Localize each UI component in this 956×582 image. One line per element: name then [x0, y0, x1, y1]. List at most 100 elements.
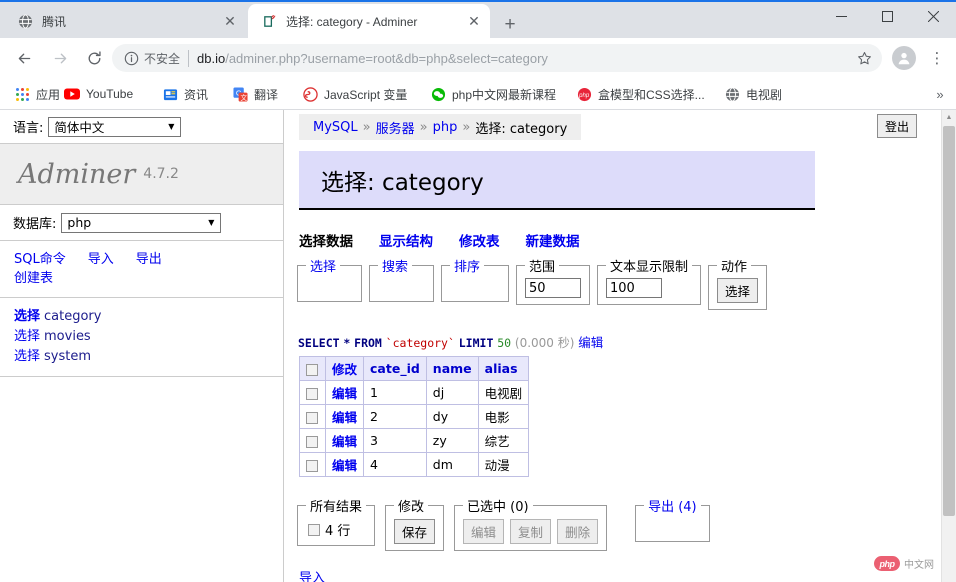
fieldset-search-body	[378, 278, 425, 295]
bookmark-label: 翻译	[254, 87, 279, 102]
row-edit-cell[interactable]: 编辑	[324, 380, 365, 405]
scroll-up-arrow-icon[interactable]: ▲	[942, 110, 956, 124]
edit-link[interactable]: 编辑	[332, 434, 357, 449]
page-title: 选择: category	[299, 151, 815, 210]
sidebar-item-create-table[interactable]: 创建表	[14, 271, 53, 286]
reload-button[interactable]	[80, 44, 108, 72]
row-checkbox[interactable]	[306, 459, 318, 472]
select-submit-button[interactable]: 选择	[717, 278, 759, 303]
profile-avatar[interactable]	[892, 46, 916, 70]
row-checkbox[interactable]	[306, 411, 318, 424]
browser-tab-tencent[interactable]: 腾讯 ✕	[4, 4, 246, 38]
sidebar-table-system[interactable]: 选择 system	[14, 347, 283, 367]
row-select-cell[interactable]	[299, 380, 326, 405]
sidebar-table-category[interactable]: 选择 category	[14, 307, 283, 327]
chevron-down-icon: ▼	[168, 122, 175, 131]
edit-link[interactable]: 编辑	[332, 386, 357, 401]
fieldset-select-legend[interactable]: 选择	[306, 256, 340, 275]
sidebar-item-export[interactable]: 导出	[136, 252, 162, 267]
browser-tab-adminer[interactable]: 选择: category - Adminer ✕	[248, 4, 490, 38]
column-header-alias[interactable]: alias	[477, 356, 530, 381]
bookmark-javascript-var[interactable]: JavaScript 变量	[296, 82, 413, 106]
row-edit-cell[interactable]: 编辑	[324, 404, 365, 429]
sql-edit-link[interactable]: 编辑	[578, 335, 603, 350]
bookmark-tv-series[interactable]: 电视剧	[718, 82, 788, 106]
row-select-cell[interactable]	[299, 428, 326, 453]
search-toggle-link[interactable]: 搜索	[382, 260, 408, 275]
edit-link[interactable]: 编辑	[332, 458, 357, 473]
select-link[interactable]: 选择	[14, 309, 40, 324]
select-toggle-link[interactable]: 选择	[310, 260, 336, 275]
tab-new-item[interactable]: 新建数据	[526, 230, 580, 250]
bookmarks-overflow-icon[interactable]: »	[930, 84, 950, 104]
save-button[interactable]: 保存	[394, 519, 436, 544]
delete-selected-button[interactable]: 删除	[557, 519, 599, 544]
column-header-name[interactable]: name	[425, 356, 479, 381]
maximize-button[interactable]	[864, 0, 910, 32]
sidebar: 语言: 简体中文 ▼ Adminer 4.7.2 数据库: php ▼ SQL命…	[0, 110, 284, 582]
minimize-button[interactable]	[818, 0, 864, 32]
fieldset-export-legend[interactable]: 导出 (4)	[644, 496, 701, 515]
bookmark-translate[interactable]: G文 翻译	[226, 82, 284, 106]
youtube-icon	[64, 86, 80, 102]
select-all-checkbox[interactable]	[306, 363, 318, 376]
bookmark-php-courses[interactable]: php中文网最新课程	[424, 82, 562, 106]
php-logo-icon: php	[874, 556, 900, 571]
all-rows-checkbox[interactable]	[308, 523, 320, 536]
scrollbar-thumb[interactable]	[943, 126, 955, 516]
svg-text:文: 文	[240, 93, 247, 102]
back-button[interactable]	[10, 44, 38, 72]
edit-link[interactable]: 编辑	[332, 410, 357, 425]
info-circle-icon[interactable]	[122, 49, 140, 67]
close-icon[interactable]: ✕	[464, 11, 484, 31]
sidebar-action-links: SQL命令 导入 导出 创建表	[0, 241, 283, 298]
column-header-cate-id[interactable]: cate_id	[363, 356, 427, 381]
row-edit-cell[interactable]: 编辑	[324, 428, 365, 453]
language-select[interactable]: 简体中文 ▼	[48, 116, 182, 137]
row-checkbox[interactable]	[306, 387, 318, 400]
tab-show-structure[interactable]: 显示结构	[379, 230, 433, 250]
export-link[interactable]: 导出 (4)	[648, 500, 697, 515]
row-checkbox[interactable]	[306, 435, 318, 448]
import-link[interactable]: 导入	[299, 571, 325, 582]
breadcrumb-database[interactable]: php	[433, 120, 458, 135]
sidebar-item-sql-command[interactable]: SQL命令	[14, 252, 66, 267]
tab-alter-table[interactable]: 修改表	[459, 230, 500, 250]
chrome-menu-icon[interactable]: ⋮	[924, 44, 950, 72]
import-link-row: 导入	[299, 567, 325, 582]
close-window-button[interactable]	[910, 0, 956, 32]
database-select[interactable]: php ▼	[61, 212, 222, 233]
bookmark-youtube[interactable]: YouTube	[58, 82, 139, 106]
clone-selected-button[interactable]: 复制	[510, 519, 552, 544]
edit-selected-button[interactable]: 编辑	[463, 519, 505, 544]
breadcrumb-server[interactable]: 服务器	[376, 118, 415, 137]
select-all-cell[interactable]	[299, 356, 326, 381]
sidebar-item-import[interactable]: 导入	[88, 252, 114, 267]
fieldset-selected: 已选中 (0) 编辑 复制 删除	[454, 496, 608, 551]
limit-input[interactable]	[525, 278, 581, 298]
globe-icon	[724, 86, 740, 102]
select-link[interactable]: 选择	[14, 329, 40, 344]
page-scrollbar[interactable]: ▲	[941, 110, 956, 582]
adminer-logo[interactable]: Adminer 4.7.2	[0, 143, 283, 205]
row-select-cell[interactable]	[299, 404, 326, 429]
logout-button[interactable]: 登出	[877, 114, 917, 138]
row-edit-cell[interactable]: 编辑	[324, 452, 365, 477]
fieldset-sort-legend[interactable]: 排序	[450, 256, 484, 275]
row-select-cell[interactable]	[299, 452, 326, 477]
cell-cate-id: 3	[363, 428, 427, 453]
breadcrumb-server-type[interactable]: MySQL	[313, 120, 358, 135]
forward-button[interactable]	[46, 44, 74, 72]
bookmark-boxmodel-css[interactable]: php 盒模型和CSS选择...	[570, 82, 711, 106]
new-tab-button[interactable]: +	[496, 10, 524, 38]
text-length-input[interactable]	[606, 278, 662, 298]
address-bar[interactable]: 不安全 db.io/adminer.php?username=root&db=p…	[112, 44, 882, 72]
close-icon[interactable]: ✕	[220, 11, 240, 31]
tab-select-data[interactable]: 选择数据	[299, 230, 353, 250]
fieldset-search-legend[interactable]: 搜索	[378, 256, 412, 275]
sidebar-table-movies[interactable]: 选择 movies	[14, 327, 283, 347]
bookmark-star-icon[interactable]	[854, 48, 874, 68]
sort-toggle-link[interactable]: 排序	[454, 260, 480, 275]
bookmark-news[interactable]: 资讯	[156, 82, 214, 106]
select-link[interactable]: 选择	[14, 349, 40, 364]
